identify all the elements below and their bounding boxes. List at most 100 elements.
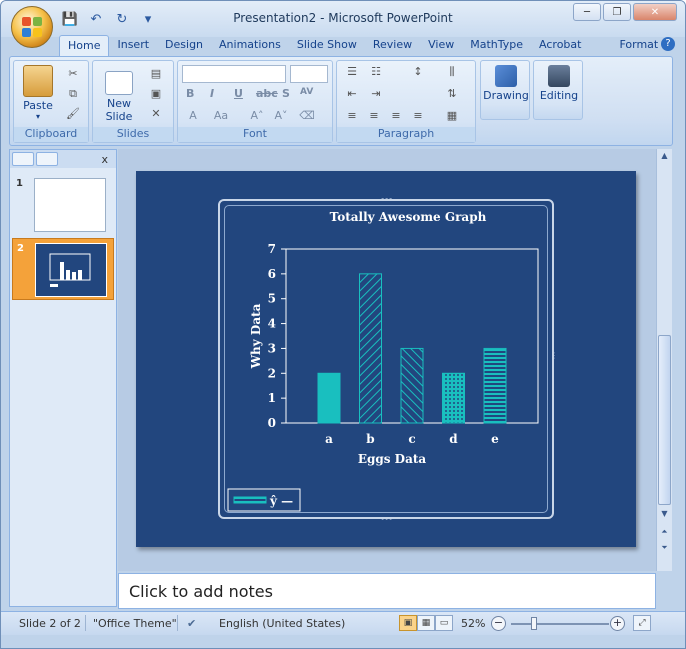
layout-icon[interactable]: ▤ (147, 67, 165, 83)
justify-icon[interactable]: ≡ (409, 109, 427, 125)
clear-format-icon[interactable]: ⌫ (298, 109, 316, 125)
mini-chart-icon (49, 253, 91, 287)
increase-indent-icon[interactable]: ⇥ (367, 87, 385, 103)
tab-slide-show[interactable]: Slide Show (289, 35, 365, 57)
chart-title: Totally Awesome Graph (330, 210, 487, 224)
align-center-icon[interactable]: ≡ (365, 109, 383, 125)
font-size-field[interactable] (290, 65, 328, 83)
align-right-icon[interactable]: ≡ (387, 109, 405, 125)
shrink-font-icon[interactable]: A˅ (272, 109, 290, 125)
tab-insert[interactable]: Insert (109, 35, 157, 57)
columns-icon[interactable]: ⫼ (443, 65, 461, 81)
text-direction-icon[interactable]: ⇅ (443, 87, 461, 103)
paste-button[interactable]: Paste ▾ (20, 65, 56, 121)
copy-icon[interactable]: ⧉ (64, 87, 82, 103)
strikethrough-button[interactable]: abc (256, 87, 278, 100)
divider (177, 615, 178, 631)
new-slide-button[interactable]: New Slide (99, 65, 139, 123)
zoom-slider[interactable] (511, 623, 609, 625)
italic-button[interactable]: I (210, 87, 214, 100)
clipboard-group: Paste ▾ ✂ ⧉ 🖌 Clipboard (13, 60, 89, 143)
zoom-level[interactable]: 52% (461, 617, 485, 630)
previous-slide-icon[interactable]: ⏶ (658, 525, 671, 539)
slides-group-label: Slides (93, 127, 173, 142)
slide-number: 2 (17, 243, 24, 254)
vertical-scrollbar[interactable]: ▲ ▼ ⏶ ⏷ (656, 149, 672, 571)
tab-acrobat[interactable]: Acrobat (531, 35, 589, 57)
notes-placeholder[interactable]: Click to add notes (129, 582, 273, 601)
minimize-button[interactable]: ─ (573, 3, 601, 21)
spell-check-icon[interactable]: ✔ (187, 617, 196, 630)
zoom-in-button[interactable]: + (610, 616, 625, 631)
new-slide-label-1: New (107, 97, 131, 110)
editing-button[interactable]: Editing (536, 65, 582, 102)
font-color-icon[interactable]: A (184, 109, 202, 125)
office-logo-icon (22, 17, 42, 37)
close-pane-button[interactable]: x (101, 153, 108, 166)
tab-home[interactable]: Home (59, 35, 110, 57)
scroll-down-icon[interactable]: ▼ (658, 507, 671, 521)
font-name-field[interactable] (182, 65, 286, 83)
tab-outline[interactable] (36, 152, 58, 166)
bold-button[interactable]: B (186, 87, 194, 100)
tab-animations[interactable]: Animations (211, 35, 289, 57)
numbering-icon[interactable]: ☷ (367, 65, 385, 81)
chevron-down-icon: ▾ (35, 112, 40, 121)
grow-font-icon[interactable]: A˄ (248, 109, 266, 125)
tab-mathtype[interactable]: MathType (462, 35, 531, 57)
next-slide-icon[interactable]: ⏷ (658, 541, 671, 555)
scroll-thumb[interactable] (658, 335, 671, 505)
title-bar: 💾 ↶ ↻ ▾ Presentation2 - Microsoft PowerP… (1, 1, 685, 37)
tab-view[interactable]: View (420, 35, 462, 57)
char-spacing-button[interactable]: AV (300, 87, 313, 97)
bar-chart: Totally Awesome Graph 0 1 2 3 4 5 6 7 a b c d e Eggs D… (227, 210, 539, 512)
slide-thumbnail-1[interactable]: 1 (12, 174, 114, 236)
align-left-icon[interactable]: ≡ (343, 109, 361, 125)
reset-icon[interactable]: ▣ (147, 87, 165, 103)
chart-object[interactable]: ∘∘∘ ∘∘∘ ⋮ ⋮ Totally Awesome Graph 0 1 2 3 4 5 6… (215, 195, 558, 523)
scroll-up-icon[interactable]: ▲ (658, 149, 671, 163)
tab-review[interactable]: Review (365, 35, 420, 57)
cut-icon[interactable]: ✂ (64, 67, 82, 83)
bullets-icon[interactable]: ☰ (343, 65, 361, 81)
office-button[interactable] (11, 6, 53, 48)
line-spacing-icon[interactable]: ↕ (409, 65, 427, 81)
drawing-button[interactable]: Drawing (483, 65, 529, 102)
drawing-group: Drawing (480, 60, 530, 120)
slide-editing-area[interactable]: ∘∘∘ ∘∘∘ ⋮ ⋮ Totally Awesome Graph 0 1 2 3 4 5 6… (118, 149, 656, 571)
drawing-label: Drawing (483, 89, 529, 102)
window-controls: ─ ❐ ✕ (573, 3, 677, 21)
x-tick-label: e (491, 432, 499, 446)
shapes-icon (495, 65, 517, 87)
language-indicator[interactable]: English (United States) (219, 617, 345, 630)
underline-button[interactable]: U (234, 87, 243, 100)
x-tick-label: d (449, 432, 458, 446)
smartart-icon[interactable]: ▦ (443, 109, 461, 125)
bar (359, 273, 382, 424)
help-icon[interactable]: ? (661, 37, 675, 51)
x-tick-label: b (366, 432, 374, 446)
bar (400, 347, 424, 424)
slide-thumbnail-2[interactable]: 2 (12, 238, 114, 300)
normal-view-button[interactable]: ▣ (399, 615, 417, 631)
clipboard-group-label: Clipboard (14, 127, 88, 142)
format-painter-icon[interactable]: 🖌 (64, 107, 82, 123)
decrease-indent-icon[interactable]: ⇤ (343, 87, 361, 103)
binoculars-icon (548, 65, 570, 87)
zoom-slider-knob[interactable] (531, 617, 537, 630)
tab-slides[interactable] (12, 152, 34, 166)
slide-canvas[interactable]: ∘∘∘ ∘∘∘ ⋮ ⋮ Totally Awesome Graph 0 1 2 3 4 5 6… (136, 171, 636, 547)
zoom-out-button[interactable]: − (491, 616, 506, 631)
notes-pane[interactable]: Click to add notes (118, 573, 656, 609)
tab-format[interactable]: Format (611, 35, 666, 57)
restore-button[interactable]: ❐ (603, 3, 631, 21)
delete-slide-icon[interactable]: ✕ (147, 107, 165, 123)
close-button[interactable]: ✕ (633, 3, 677, 21)
change-case-icon[interactable]: Aa (212, 109, 230, 125)
tab-design[interactable]: Design (157, 35, 211, 57)
slide-sorter-button[interactable]: ▦ (417, 615, 435, 631)
shadow-button[interactable]: S (282, 87, 290, 100)
slide-show-button[interactable]: ▭ (435, 615, 453, 631)
editing-label: Editing (539, 89, 579, 102)
fit-to-window-button[interactable]: ⤢ (633, 615, 651, 631)
